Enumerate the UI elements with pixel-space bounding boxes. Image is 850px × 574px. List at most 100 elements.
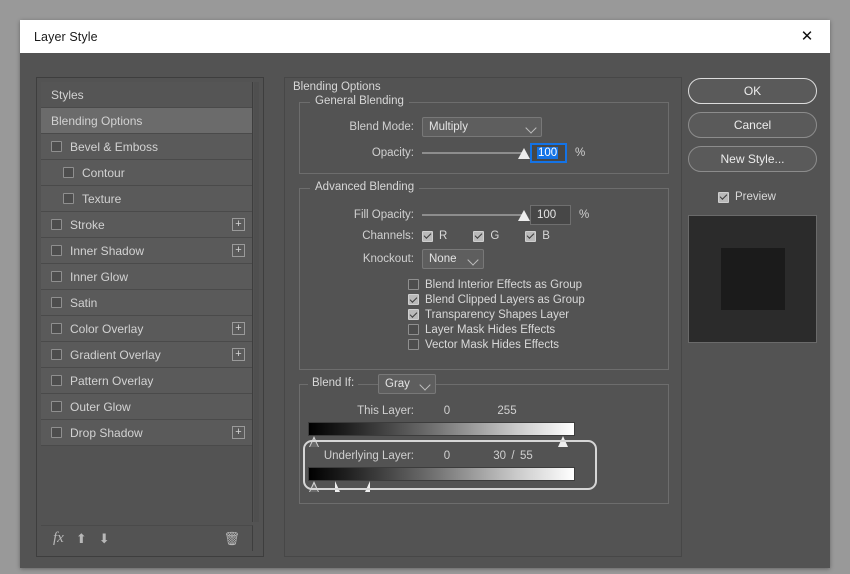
blend-mode-select[interactable]: Multiply bbox=[422, 117, 542, 137]
blending-options-panel: Blending Options General Blending Blend … bbox=[284, 77, 682, 557]
sidebar-item-checkbox[interactable] bbox=[63, 193, 74, 204]
sidebar-item-styles[interactable]: Styles bbox=[41, 82, 252, 108]
this-layer-white-handle[interactable] bbox=[558, 436, 568, 447]
knockout-select[interactable]: None bbox=[422, 249, 484, 269]
sidebar-item-satin[interactable]: Satin bbox=[41, 290, 252, 316]
fill-opacity-input[interactable]: 100 bbox=[530, 205, 571, 225]
opacity-input[interactable]: 100 bbox=[530, 143, 567, 163]
underlying-layer-white-handle-right[interactable] bbox=[365, 481, 370, 492]
preview-canvas bbox=[689, 216, 816, 342]
advanced-option-checkbox[interactable] bbox=[408, 339, 419, 350]
chevron-down-icon bbox=[525, 122, 537, 134]
sidebar-item-checkbox[interactable] bbox=[51, 401, 62, 412]
this-layer-gradient-bar[interactable] bbox=[308, 422, 575, 436]
add-effect-icon[interactable]: + bbox=[232, 426, 245, 439]
underlying-layer-gradient-bar[interactable] bbox=[308, 467, 575, 481]
channel-checkbox[interactable] bbox=[473, 230, 485, 242]
channels-group: RGB bbox=[422, 230, 576, 242]
advanced-option-blend-interior-effects-as-group[interactable]: Blend Interior Effects as Group bbox=[408, 277, 585, 292]
styles-list[interactable]: Styles Blending Options Bevel & Emboss Cont… bbox=[41, 82, 253, 522]
blend-if-channel-select[interactable]: Gray bbox=[378, 374, 436, 394]
sidebar-item-label: Pattern Overlay bbox=[70, 373, 154, 388]
general-blending-title: General Blending bbox=[310, 95, 409, 107]
sidebar-item-label: Inner Shadow bbox=[70, 243, 145, 258]
channel-r[interactable]: R bbox=[422, 230, 447, 242]
advanced-option-checkbox[interactable] bbox=[408, 279, 419, 290]
add-effect-icon[interactable]: + bbox=[232, 322, 245, 335]
preview-toggle[interactable]: Preview bbox=[718, 191, 776, 203]
sidebar-item-outer-glow[interactable]: Outer Glow bbox=[41, 394, 252, 420]
sidebar-item-checkbox[interactable] bbox=[51, 427, 62, 438]
channels-label: Channels: bbox=[362, 230, 414, 242]
advanced-option-checkbox[interactable] bbox=[408, 324, 419, 335]
channel-label: G bbox=[490, 230, 500, 242]
arrow-up-icon[interactable]: ⬆ bbox=[76, 531, 87, 547]
sidebar-item-blending-options[interactable]: Blending Options bbox=[41, 108, 252, 134]
channel-g[interactable]: G bbox=[473, 230, 499, 242]
advanced-option-vector-mask-hides-effects[interactable]: Vector Mask Hides Effects bbox=[408, 337, 585, 352]
ok-button[interactable]: OK bbox=[688, 78, 817, 104]
channel-checkbox[interactable] bbox=[422, 230, 433, 242]
sidebar-item-inner-shadow[interactable]: Inner Shadow + bbox=[41, 238, 252, 264]
cancel-button[interactable]: Cancel bbox=[688, 112, 817, 138]
sidebar-item-checkbox[interactable] bbox=[63, 167, 74, 178]
sidebar-item-checkbox[interactable] bbox=[51, 297, 62, 308]
sidebar-item-label: Styles bbox=[51, 87, 84, 102]
sidebar-item-stroke[interactable]: Stroke + bbox=[41, 212, 252, 238]
sidebar-item-pattern-overlay[interactable]: Pattern Overlay bbox=[41, 368, 252, 394]
sidebar-item-checkbox[interactable] bbox=[51, 219, 62, 230]
fill-opacity-slider[interactable] bbox=[422, 208, 524, 222]
new-style-button[interactable]: New Style... bbox=[688, 146, 817, 172]
sidebar-item-checkbox[interactable] bbox=[51, 349, 62, 360]
knockout-value: None bbox=[429, 253, 457, 265]
sidebar-item-label: Contour bbox=[82, 165, 125, 180]
general-blending-group: General Blending Blend Mode: Multiply Op… bbox=[299, 95, 669, 174]
underlying-layer-white-handle-left[interactable] bbox=[335, 481, 340, 492]
trash-icon[interactable]: 🗑 bbox=[223, 531, 240, 547]
fx-icon[interactable]: fx bbox=[53, 530, 64, 547]
sidebar-item-texture[interactable]: Texture bbox=[41, 186, 252, 212]
preview-checkbox[interactable] bbox=[718, 191, 729, 203]
advanced-option-label: Blend Interior Effects as Group bbox=[425, 278, 583, 291]
advanced-option-layer-mask-hides-effects[interactable]: Layer Mask Hides Effects bbox=[408, 322, 585, 337]
sidebar-item-checkbox[interactable] bbox=[51, 323, 62, 334]
sidebar-item-inner-glow[interactable]: Inner Glow bbox=[41, 264, 252, 290]
add-effect-icon[interactable]: + bbox=[232, 218, 245, 231]
advanced-option-blend-clipped-layers-as-group[interactable]: Blend Clipped Layers as Group bbox=[408, 292, 585, 307]
sidebar-item-label: Color Overlay bbox=[70, 321, 144, 336]
add-effect-icon[interactable]: + bbox=[232, 244, 245, 257]
sidebar-item-checkbox[interactable] bbox=[51, 245, 62, 256]
dialog-titlebar: Layer Style ✕ bbox=[20, 20, 830, 53]
sidebar-item-checkbox[interactable] bbox=[51, 375, 62, 386]
opacity-slider[interactable] bbox=[422, 146, 524, 160]
blending-options-group-title: Blending Options bbox=[293, 81, 386, 93]
advanced-option-transparency-shapes-layer[interactable]: Transparency Shapes Layer bbox=[408, 307, 585, 322]
advanced-option-checkbox[interactable] bbox=[408, 294, 419, 305]
fill-opacity-value: 100 bbox=[537, 209, 557, 221]
underlying-layer-white-value-right: 55 bbox=[520, 450, 533, 462]
channel-checkbox[interactable] bbox=[525, 230, 537, 242]
underlying-layer-black-handle[interactable] bbox=[309, 481, 319, 492]
channel-b[interactable]: B bbox=[525, 230, 550, 242]
advanced-option-checkbox[interactable] bbox=[408, 309, 419, 320]
sidebar-item-color-overlay[interactable]: Color Overlay + bbox=[41, 316, 252, 342]
sidebar-item-drop-shadow[interactable]: Drop Shadow + bbox=[41, 420, 252, 446]
advanced-blending-options: Blend Interior Effects as Group Blend Cli… bbox=[408, 277, 585, 352]
this-layer-black-handle[interactable] bbox=[309, 436, 319, 447]
opacity-slider-knob[interactable] bbox=[518, 148, 531, 159]
sidebar-item-checkbox[interactable] bbox=[51, 271, 62, 282]
sidebar-item-checkbox[interactable] bbox=[51, 141, 62, 152]
arrow-down-icon[interactable]: ⬇ bbox=[99, 531, 110, 547]
sidebar-item-gradient-overlay[interactable]: Gradient Overlay + bbox=[41, 342, 252, 368]
sidebar-item-bevel-emboss[interactable]: Bevel & Emboss bbox=[41, 134, 252, 160]
close-icon[interactable]: ✕ bbox=[784, 20, 830, 53]
underlying-layer-handles[interactable] bbox=[308, 481, 575, 494]
fill-opacity-slider-knob[interactable] bbox=[518, 210, 531, 221]
add-effect-icon[interactable]: + bbox=[232, 348, 245, 361]
sidebar-item-contour[interactable]: Contour bbox=[41, 160, 252, 186]
this-layer-black-value: 0 bbox=[443, 405, 451, 417]
chevron-down-icon bbox=[467, 254, 479, 266]
styles-list-scrollbar[interactable] bbox=[254, 82, 259, 522]
underlying-layer-black-value: 0 bbox=[443, 450, 451, 462]
chevron-down-icon bbox=[419, 379, 431, 391]
